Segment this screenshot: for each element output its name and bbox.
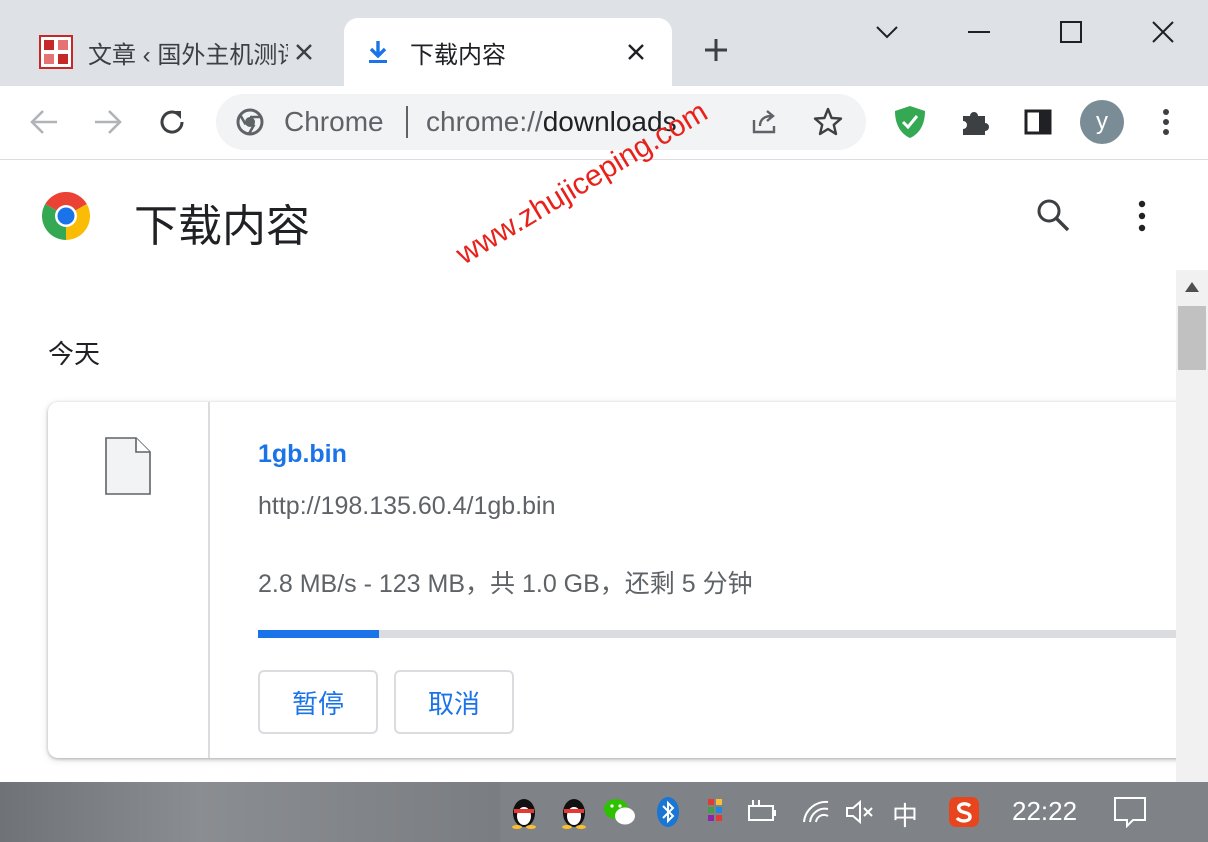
wechat-icon[interactable] — [602, 794, 638, 830]
forward-arrow-icon[interactable] — [86, 100, 130, 144]
url-separator — [406, 106, 408, 138]
download-icon — [360, 34, 396, 70]
share-icon[interactable] — [748, 106, 780, 138]
tab-article[interactable]: 文章 ‹ 国外主机测评 — [22, 18, 340, 86]
adguard-shield-icon[interactable] — [888, 100, 932, 144]
extensions-puzzle-icon[interactable] — [952, 100, 996, 144]
downloads-menu-kebab-icon[interactable] — [1124, 196, 1160, 236]
url-origin-chip: Chrome — [284, 106, 384, 137]
download-progress-fill — [258, 630, 379, 638]
scroll-thumb[interactable] — [1178, 306, 1206, 370]
profile-avatar[interactable]: y — [1080, 100, 1124, 144]
new-tab-plus-icon[interactable] — [700, 34, 732, 66]
tab-title: 下载内容 — [410, 41, 506, 69]
card-divider — [208, 402, 210, 758]
file-name-link[interactable]: 1gb.bin — [258, 440, 347, 469]
side-panel-icon[interactable] — [1016, 100, 1060, 144]
chrome-icon — [236, 108, 264, 136]
battery-plug-icon[interactable] — [744, 794, 780, 830]
sogou-ime-icon[interactable] — [946, 794, 982, 830]
minimize-icon[interactable] — [956, 10, 1002, 54]
notification-center-icon[interactable] — [1112, 794, 1148, 830]
address-bar[interactable]: Chrome chrome://downloads — [216, 94, 866, 150]
taskbar-clock[interactable]: 22:22 — [1012, 796, 1077, 827]
search-icon[interactable] — [1034, 196, 1074, 236]
bookmark-star-icon[interactable] — [812, 106, 844, 138]
bluetooth-icon[interactable] — [650, 794, 686, 830]
cancel-button[interactable]: 取消 — [394, 670, 514, 734]
date-heading: 今天 — [48, 339, 101, 369]
qq-penguin-icon[interactable] — [556, 794, 592, 830]
close-tab-icon[interactable] — [290, 38, 318, 66]
chrome-logo-icon — [42, 192, 90, 240]
tab-strip: 文章 ‹ 国外主机测评 下载内容 — [0, 0, 1208, 86]
wifi-icon[interactable] — [798, 794, 834, 830]
site-seal-icon — [38, 34, 74, 70]
download-status: 2.8 MB/s - 123 MB，共 1.0 GB，还剩 5 分钟 — [258, 570, 753, 598]
maximize-icon[interactable] — [1048, 10, 1094, 54]
downloads-list: 今天 1gb.bin http://198.135.60.4/1gb.bin 2… — [0, 270, 1176, 782]
download-progress-bar — [258, 630, 1176, 638]
ime-indicator[interactable]: 中 — [892, 796, 918, 833]
scroll-up-arrow-icon[interactable] — [1184, 280, 1200, 294]
pause-button[interactable]: 暂停 — [258, 670, 378, 734]
close-tab-icon[interactable] — [622, 38, 650, 66]
chrome-menu-kebab-icon[interactable] — [1144, 100, 1188, 144]
qq-penguin-icon[interactable] — [506, 794, 542, 830]
taskbar: 中 22:22 — [0, 782, 1208, 842]
page-title: 下载内容 — [134, 202, 310, 251]
url-scheme: chrome:// — [426, 106, 543, 137]
volume-muted-icon[interactable] — [842, 794, 878, 830]
color-grid-app-icon[interactable] — [698, 794, 734, 830]
download-item-card: 1gb.bin http://198.135.60.4/1gb.bin 2.8 … — [48, 402, 1176, 758]
file-icon — [105, 437, 151, 495]
taskbar-background — [0, 782, 500, 842]
browser-toolbar: Chrome chrome://downloads y — [0, 86, 1208, 160]
tab-title: 文章 ‹ 国外主机测评 — [88, 41, 288, 69]
scrollbar[interactable] — [1176, 270, 1208, 782]
tab-downloads[interactable]: 下载内容 — [344, 18, 672, 86]
tab-search-chevron-icon[interactable] — [864, 10, 910, 54]
window-close-icon[interactable] — [1140, 10, 1186, 54]
file-source-url: http://198.135.60.4/1gb.bin — [258, 492, 556, 520]
back-arrow-icon[interactable] — [22, 100, 66, 144]
reload-icon[interactable] — [150, 100, 194, 144]
